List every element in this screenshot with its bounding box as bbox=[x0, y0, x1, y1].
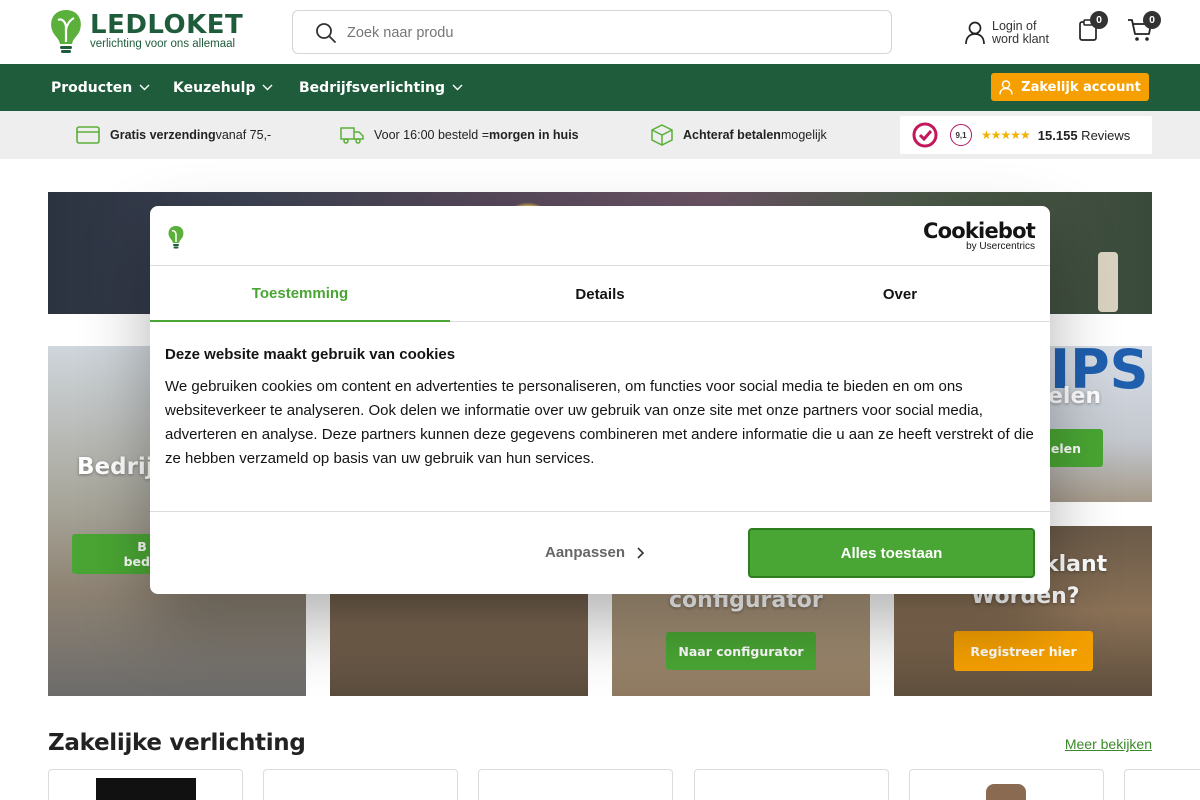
tab-consent[interactable]: Toestemming bbox=[150, 266, 450, 322]
tile-business-button-line1: B bbox=[137, 539, 147, 554]
usp-pay-later: Achteraf betalen mogelijk bbox=[651, 111, 827, 159]
search-bar[interactable] bbox=[292, 10, 892, 54]
cookie-dialog-footer: Aanpassen Alles toestaan bbox=[150, 511, 1050, 594]
product-card[interactable] bbox=[909, 769, 1104, 800]
tile-business-title: Bedrij bbox=[77, 454, 154, 480]
kiyoh-logo-icon bbox=[912, 122, 938, 148]
box-icon bbox=[651, 124, 673, 146]
search-input[interactable] bbox=[347, 19, 867, 47]
review-label: Reviews bbox=[1077, 127, 1131, 143]
cookie-heading: Deze website maakt gebruik van cookies bbox=[165, 346, 456, 363]
business-account-button[interactable]: Zakelijk account bbox=[991, 73, 1149, 101]
register-button[interactable]: Registreer hier bbox=[954, 631, 1093, 671]
user-icon bbox=[965, 21, 985, 45]
logo-tagline: verlichting voor ons allemaal bbox=[90, 38, 236, 50]
review-count-number: 15.155 bbox=[1037, 127, 1078, 143]
review-score: 9,1 bbox=[950, 124, 972, 146]
more-link[interactable]: Meer bekijken bbox=[1065, 736, 1152, 752]
tile-philips-title: elen bbox=[1048, 384, 1102, 409]
site-header: LEDLOKET verlichting voor ons allemaal L… bbox=[0, 0, 1200, 64]
nav-item-keuzehulp[interactable]: Keuzehulp bbox=[173, 64, 273, 111]
tile-philips-button[interactable]: nelen bbox=[1042, 429, 1103, 467]
chevron-down-icon bbox=[452, 84, 463, 91]
wishlist-count-badge: 0 bbox=[1090, 11, 1108, 29]
logo[interactable]: LEDLOKET verlichting voor ons allemaal bbox=[48, 8, 243, 56]
bulb-logo-icon bbox=[51, 10, 81, 53]
customize-button[interactable]: Aanpassen bbox=[545, 544, 645, 561]
cookie-tabs: Toestemming Details Over bbox=[150, 266, 1050, 322]
section-title: Zakelijke verlichting bbox=[48, 730, 306, 756]
login-line-2: word klant bbox=[992, 32, 1049, 46]
usp-shipping-rest: vanaf 75,- bbox=[215, 128, 272, 142]
chevron-down-icon bbox=[139, 84, 150, 91]
banner-bollard-light bbox=[1098, 252, 1118, 312]
usp-delivery-pre: Voor 16:00 besteld = bbox=[374, 128, 490, 142]
usp-pay-bold: Achteraf betalen bbox=[683, 128, 781, 142]
cart-button[interactable]: 0 bbox=[1127, 11, 1161, 47]
business-account-label: Zakelijk account bbox=[1021, 79, 1141, 95]
tab-about[interactable]: Over bbox=[750, 266, 1050, 322]
customize-label: Aanpassen bbox=[545, 544, 626, 561]
search-icon bbox=[316, 23, 336, 43]
nav-label: Keuzehulp bbox=[173, 79, 256, 96]
truck-icon bbox=[340, 127, 364, 144]
user-icon bbox=[999, 79, 1013, 95]
cookie-text: We gebruiken cookies om content en adver… bbox=[165, 378, 1034, 467]
chevron-down-icon bbox=[262, 84, 273, 91]
configurator-button-label: Naar configurator bbox=[678, 643, 804, 659]
credit-card-icon bbox=[76, 126, 100, 144]
login-link[interactable]: Login of word klant bbox=[964, 18, 1049, 48]
product-image bbox=[986, 784, 1026, 800]
review-widget[interactable]: 9,1 ★★★★★ 15.155 Reviews bbox=[900, 116, 1152, 154]
cookie-dialog-header: Cookiebot by Usercentrics bbox=[150, 206, 1050, 266]
cookie-dialog: Cookiebot by Usercentrics Toestemming De… bbox=[150, 206, 1050, 594]
usp-pay-rest: mogelijk bbox=[780, 128, 827, 142]
product-card[interactable] bbox=[48, 769, 243, 800]
product-card[interactable] bbox=[694, 769, 889, 800]
chevron-right-icon bbox=[637, 546, 645, 559]
bulb-logo-icon bbox=[168, 226, 184, 249]
nav-label: Bedrijfsverlichting bbox=[299, 79, 445, 96]
product-card[interactable] bbox=[1124, 769, 1200, 800]
nav-item-producten[interactable]: Producten bbox=[51, 64, 150, 111]
allow-all-button[interactable]: Alles toestaan bbox=[748, 528, 1035, 578]
product-card[interactable] bbox=[478, 769, 673, 800]
review-count: 15.155 Reviews bbox=[1038, 128, 1131, 143]
logo-text: LEDLOKET bbox=[90, 10, 244, 40]
tile-register-title-a: klant bbox=[1044, 552, 1108, 577]
cookiebot-brand: Cookiebot bbox=[923, 219, 1036, 243]
main-nav: Producten Keuzehulp Bedrijfsverlichting … bbox=[0, 64, 1200, 111]
usp-next-day: Voor 16:00 besteld = morgen in huis bbox=[340, 111, 579, 159]
usp-free-shipping: Gratis verzending vanaf 75,- bbox=[76, 111, 271, 159]
star-rating-icon: ★★★★★ bbox=[981, 128, 1031, 142]
nav-label: Producten bbox=[51, 79, 133, 96]
cart-count-badge: 0 bbox=[1143, 11, 1161, 29]
wishlist-button[interactable]: 0 bbox=[1078, 11, 1108, 47]
cookie-dialog-body: Deze website maakt gebruik van cookies W… bbox=[165, 346, 1035, 471]
cookiebot-logo[interactable]: Cookiebot by Usercentrics bbox=[923, 219, 1036, 252]
configurator-button[interactable]: Naar configurator bbox=[666, 632, 816, 670]
product-card[interactable] bbox=[263, 769, 458, 800]
register-button-label: Registreer hier bbox=[970, 643, 1077, 659]
usp-shipping-bold: Gratis verzending bbox=[110, 128, 216, 142]
usp-delivery-bold: morgen in huis bbox=[489, 128, 579, 142]
tab-details[interactable]: Details bbox=[450, 266, 750, 322]
product-image bbox=[96, 778, 196, 800]
login-text: Login of word klant bbox=[992, 20, 1049, 46]
nav-item-bedrijfsverlichting[interactable]: Bedrijfsverlichting bbox=[299, 64, 463, 111]
